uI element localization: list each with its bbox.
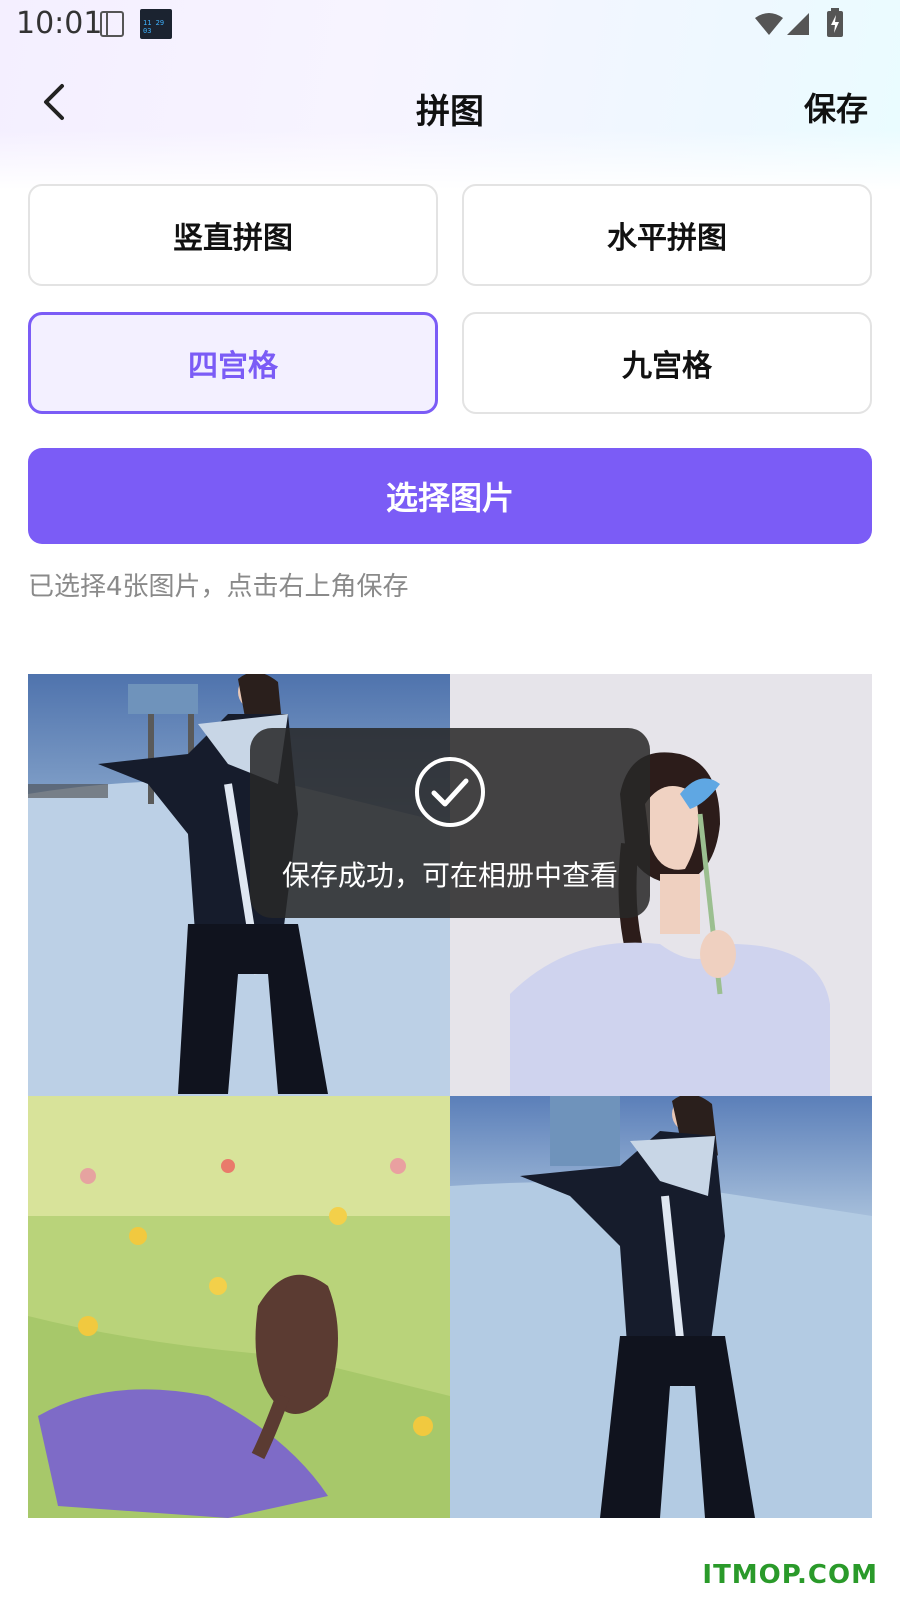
collage-image-flower-field-painting [28, 1096, 450, 1518]
clock-widget-text: 11 29 03 [143, 19, 165, 35]
toast-message: 保存成功，可在相册中查看 [281, 859, 618, 892]
page-title: 拼图 [416, 92, 484, 132]
layout-option-label: 四宫格 [188, 349, 278, 384]
collage-image-skier [450, 1096, 872, 1518]
status-bar: 10:01 11 29 03 [0, 0, 900, 50]
notebook-icon [100, 11, 124, 37]
battery-charging-icon [827, 8, 843, 37]
layout-option-horizontal[interactable]: 水平拼图 [462, 184, 872, 286]
layout-option-label: 水平拼图 [607, 221, 727, 256]
status-time: 10:01 [16, 6, 103, 41]
layout-option-nine-grid[interactable]: 九宫格 [462, 312, 872, 414]
layout-option-four-grid[interactable]: 四宫格 [28, 312, 438, 414]
wifi-icon [755, 13, 783, 35]
clock-widget-icon: 11 29 03 [140, 9, 172, 39]
check-circle-icon [415, 757, 485, 827]
watermark: ITMOP.COM [702, 1560, 878, 1590]
layout-option-vertical[interactable]: 竖直拼图 [28, 184, 438, 286]
layout-option-label: 竖直拼图 [173, 221, 293, 256]
save-button[interactable]: 保存 [804, 84, 868, 130]
save-success-toast: 保存成功，可在相册中查看 [250, 728, 650, 918]
selection-hint: 已选择4张图片，点击右上角保存 [28, 572, 409, 602]
layout-option-label: 九宫格 [622, 349, 712, 384]
select-images-button[interactable]: 选择图片 [28, 448, 872, 544]
signal-icon [787, 13, 809, 35]
select-images-label: 选择图片 [385, 479, 514, 517]
